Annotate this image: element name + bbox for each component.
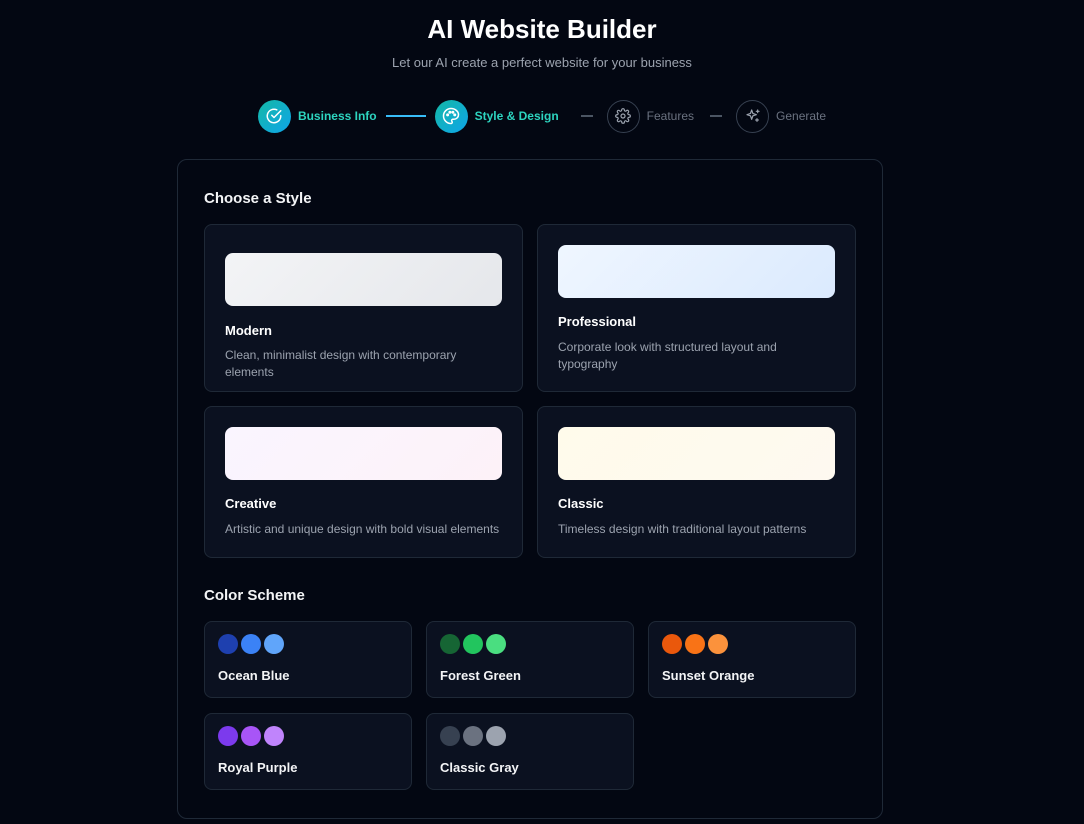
style-description: Clean, minimalist design with contempora… — [225, 348, 457, 379]
color-swatches — [440, 726, 509, 746]
color-card-classic-gray[interactable]: Classic Gray — [426, 713, 634, 790]
style-card-modern[interactable]: Modern Clean, minimalist design with con… — [204, 224, 523, 392]
color-swatch — [486, 634, 506, 654]
color-name: Royal Purple — [218, 760, 298, 775]
color-swatch — [218, 726, 238, 746]
color-swatches — [218, 634, 287, 654]
step-connector — [580, 115, 593, 117]
style-description: Artistic and unique design with bold vis… — [225, 522, 500, 536]
design-panel: Choose a Style Modern Clean, minimalist … — [177, 159, 883, 819]
page-title: AI Website Builder — [427, 14, 657, 44]
color-swatch — [264, 634, 284, 654]
color-card-ocean-blue[interactable]: Ocean Blue — [204, 621, 412, 698]
style-name: Classic — [558, 496, 604, 511]
step-features[interactable]: Features — [606, 99, 695, 133]
color-swatch — [708, 634, 728, 654]
color-name: Forest Green — [440, 668, 521, 683]
step-style-design[interactable]: Style & Design — [434, 99, 559, 133]
style-name: Professional — [558, 314, 637, 329]
style-section-title: Choose a Style — [204, 190, 312, 207]
color-swatches — [662, 634, 731, 654]
color-swatch — [662, 634, 682, 654]
color-swatch — [241, 634, 261, 654]
style-description: Timeless design with traditional layout … — [558, 522, 807, 536]
progress-stepper: Business Info Style & Design Features Ge… — [0, 99, 1084, 133]
gear-icon — [606, 99, 640, 133]
step-business-info[interactable]: Business Info — [257, 99, 377, 133]
style-card-classic[interactable]: Classic Timeless design with traditional… — [537, 406, 856, 558]
color-card-forest-green[interactable]: Forest Green — [426, 621, 634, 698]
style-card-professional[interactable]: Professional Corporate look with structu… — [537, 224, 856, 392]
color-swatches — [440, 634, 509, 654]
color-swatch — [440, 726, 460, 746]
style-name: Modern — [225, 323, 272, 338]
color-name: Classic Gray — [440, 760, 519, 775]
color-section-title: Color Scheme — [204, 587, 305, 604]
color-swatch — [463, 634, 483, 654]
color-name: Sunset Orange — [662, 668, 755, 683]
style-preview — [225, 427, 502, 480]
color-swatch — [440, 634, 460, 654]
color-swatch — [264, 726, 284, 746]
color-swatch — [463, 726, 483, 746]
check-circle-icon — [257, 99, 291, 133]
page-subtitle: Let our AI create a perfect website for … — [392, 55, 692, 70]
color-card-royal-purple[interactable]: Royal Purple — [204, 713, 412, 790]
step-generate[interactable]: Generate — [736, 99, 827, 133]
palette-icon — [434, 99, 468, 133]
step-label: Style & Design — [474, 109, 559, 123]
color-swatch — [685, 634, 705, 654]
color-name: Ocean Blue — [218, 668, 290, 683]
color-swatch — [241, 726, 261, 746]
style-card-creative[interactable]: Creative Artistic and unique design with… — [204, 406, 523, 558]
style-name: Creative — [225, 496, 277, 511]
step-connector — [710, 115, 723, 117]
color-swatches — [218, 726, 287, 746]
color-card-sunset-orange[interactable]: Sunset Orange — [648, 621, 856, 698]
color-swatch — [218, 634, 238, 654]
style-preview — [225, 253, 502, 306]
style-preview — [558, 245, 835, 298]
style-description: Corporate look with structured layout an… — [558, 340, 777, 371]
color-swatch — [486, 726, 506, 746]
step-label: Features — [646, 109, 695, 123]
step-label: Business Info — [297, 109, 377, 123]
step-connector — [385, 115, 426, 117]
style-preview — [558, 427, 835, 480]
sparkles-icon — [736, 99, 770, 133]
step-label: Generate — [776, 109, 827, 123]
